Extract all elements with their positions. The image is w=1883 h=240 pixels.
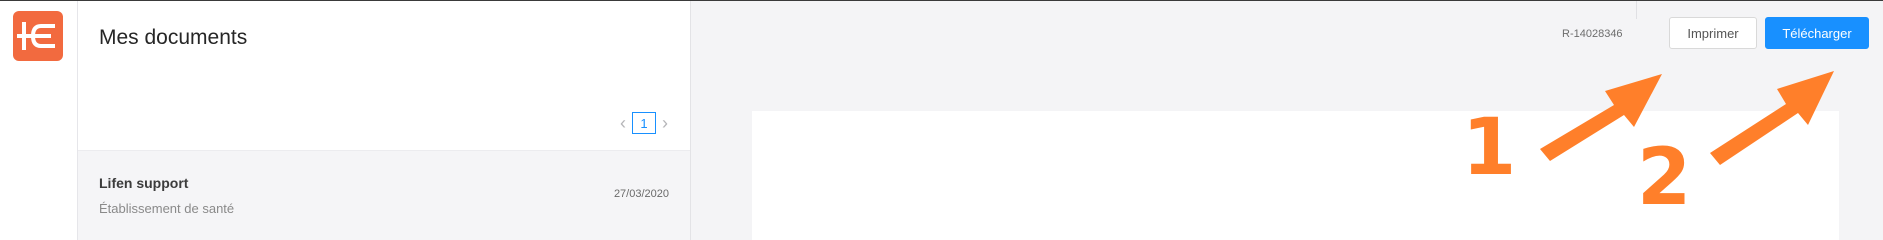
document-type: Établissement de santé — [99, 201, 235, 216]
list-item[interactable]: Lifen support Établissement de santé 27/… — [78, 150, 690, 240]
document-sender: Lifen support — [99, 175, 189, 191]
left-rail — [0, 1, 78, 240]
page-title: Mes documents — [99, 26, 248, 49]
documents-panel: Mes documents ‹ 1 › Lifen support Établi… — [78, 1, 691, 240]
download-button[interactable]: Télécharger — [1765, 17, 1869, 49]
page-number-button[interactable]: 1 — [632, 112, 656, 134]
document-reference: R-14028346 — [1562, 28, 1623, 40]
document-viewer: R-14028346 Imprimer Télécharger — [691, 1, 1883, 240]
lifen-logo-icon[interactable] — [13, 11, 63, 61]
chevron-right-icon[interactable]: › — [662, 114, 668, 132]
app-window: Mes documents ‹ 1 › Lifen support Établi… — [0, 0, 1883, 240]
print-button[interactable]: Imprimer — [1669, 17, 1757, 49]
chevron-left-icon[interactable]: ‹ — [620, 114, 626, 132]
document-date: 27/03/2020 — [613, 188, 669, 200]
pagination: ‹ 1 › — [620, 112, 668, 134]
document-page-preview[interactable] — [752, 111, 1839, 240]
divider — [1636, 1, 1637, 19]
